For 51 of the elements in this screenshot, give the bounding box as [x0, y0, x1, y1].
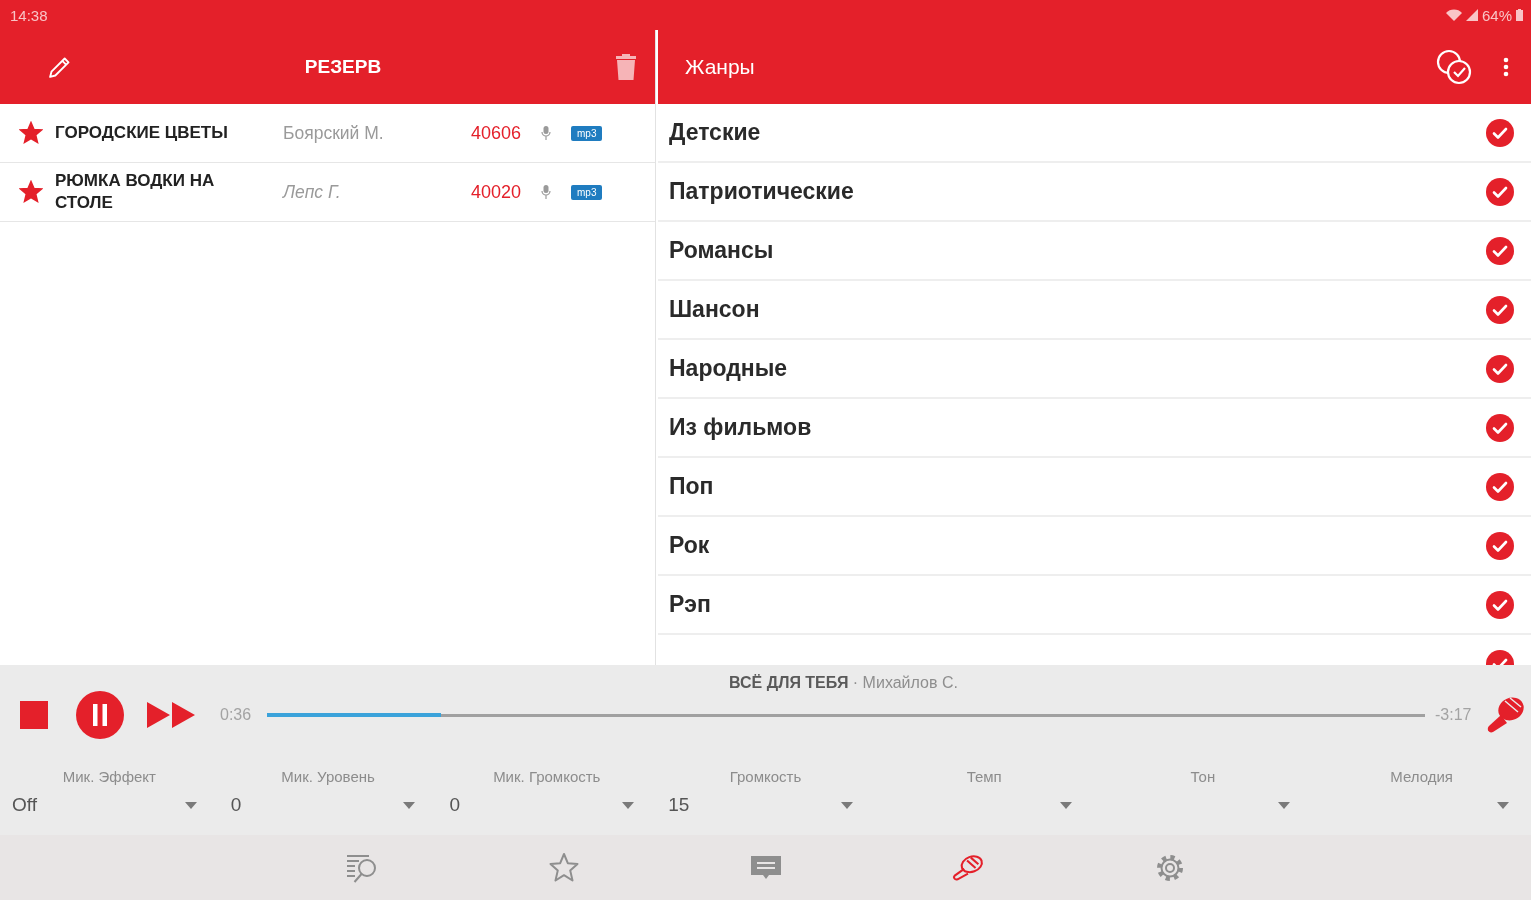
- caret-icon: [184, 801, 197, 809]
- dropdown-label: Тон: [1190, 768, 1216, 786]
- caret-icon: [840, 801, 853, 809]
- fast-forward-button[interactable]: [147, 699, 195, 731]
- caret-icon: [1278, 801, 1291, 809]
- wifi-icon: [1445, 9, 1462, 21]
- progress-track[interactable]: [267, 713, 1425, 717]
- check-circles-icon: [1435, 48, 1473, 86]
- remaining-time: -3:17: [1434, 706, 1473, 724]
- elapsed-time: 0:36: [219, 706, 253, 724]
- dropdown-label: Мик. Уровень: [281, 768, 375, 786]
- status-time: 14:38: [10, 6, 48, 24]
- dropdown[interactable]: Off: [0, 791, 219, 819]
- pause-icon: [76, 691, 124, 739]
- caret-icon: [403, 801, 416, 809]
- format-badge: mp3: [571, 184, 603, 200]
- caret-icon: [622, 801, 635, 809]
- select-all-button[interactable]: [1434, 47, 1474, 87]
- trash-icon: [615, 54, 637, 80]
- song-title: РЮМКА ВОДКИ НА СТОЛЕ: [55, 170, 216, 214]
- song-artist: Лепс Г.: [283, 181, 342, 203]
- dropdown-label: Мик. Громкость: [493, 768, 601, 786]
- song-title: ГОРОДСКИЕ ЦВЕТЫ: [55, 122, 229, 144]
- caret-icon: [1497, 801, 1509, 809]
- more-icon: [1503, 57, 1509, 77]
- dropdown[interactable]: 0: [218, 791, 438, 819]
- battery-icon: [1516, 9, 1523, 21]
- signal-icon: [1465, 9, 1478, 21]
- microphone-icon: [541, 126, 551, 140]
- stop-icon: [20, 701, 48, 729]
- dropdown[interactable]: 0: [437, 791, 657, 819]
- song-number: 40606: [469, 122, 521, 144]
- stop-button[interactable]: [20, 701, 48, 729]
- fast-forward-icon: [147, 699, 195, 731]
- battery-percent: 64%: [1481, 6, 1512, 24]
- caret-icon: [1059, 801, 1072, 809]
- dropdown-label: Мелодия: [1390, 768, 1453, 786]
- dropdown[interactable]: 15: [656, 791, 875, 819]
- song-number: 40020: [469, 181, 521, 203]
- format-badge: mp3: [571, 125, 603, 141]
- genres-title: Жанры: [685, 55, 756, 79]
- pause-button[interactable]: [76, 691, 124, 739]
- track-title: ВСЁ ДЛЯ ТЕБЯ: [729, 674, 849, 691]
- dropdown-label: Темп: [966, 768, 1002, 786]
- song-artist: Боярский М.: [283, 122, 385, 144]
- dropdown-label: Мик. Эффект: [62, 768, 156, 786]
- track-artist: Михайлов С.: [862, 674, 958, 691]
- track-separator: ·: [852, 674, 859, 691]
- dropdown-label: Громкость: [729, 768, 802, 786]
- microphone-icon: [541, 185, 551, 199]
- reserve-title: РЕЗЕРВ: [303, 56, 383, 78]
